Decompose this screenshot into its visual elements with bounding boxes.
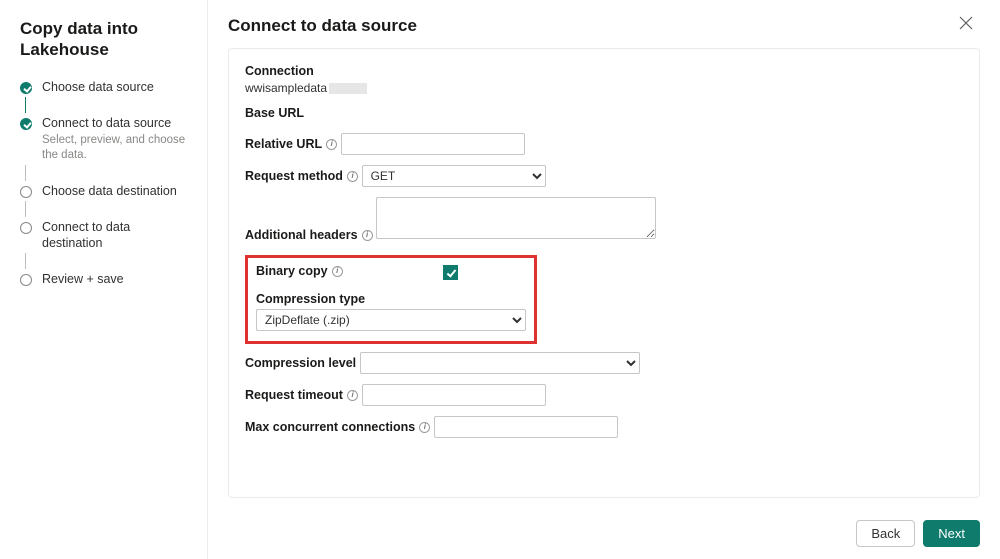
request-timeout-field: Request timeout xyxy=(245,384,963,406)
step-label: Connect to data destination xyxy=(42,220,130,250)
compression-level-field: Compression level xyxy=(245,352,963,374)
base-url-label: Base URL xyxy=(245,106,304,120)
additional-headers-field: Additional headers xyxy=(245,197,963,245)
connection-field: Connection wwisampledata xyxy=(245,63,963,95)
wizard-sidebar: Copy data into Lakehouse Choose data sou… xyxy=(0,0,208,559)
step-sublabel: Select, preview, and choose the data. xyxy=(42,133,193,163)
connection-label: Connection xyxy=(245,64,314,78)
request-timeout-label: Request timeout xyxy=(245,388,358,402)
close-icon xyxy=(958,15,974,31)
step-status-icon xyxy=(20,82,32,94)
binary-copy-checkbox[interactable] xyxy=(443,265,458,280)
step-status-icon xyxy=(20,222,32,234)
wizard-title: Copy data into Lakehouse xyxy=(20,18,193,61)
request-timeout-input[interactable] xyxy=(362,384,546,406)
info-icon[interactable] xyxy=(419,422,430,433)
step-connect-to-data-source[interactable]: Connect to data source Select, preview, … xyxy=(20,115,193,163)
wizard-steps: Choose data source Connect to data sourc… xyxy=(20,79,193,287)
step-status-icon xyxy=(20,274,32,286)
main-panel: Connect to data source Connection wwisam… xyxy=(208,0,1000,559)
step-label: Review + save xyxy=(42,272,124,286)
step-connector xyxy=(25,95,26,115)
step-connector xyxy=(25,163,26,183)
info-icon[interactable] xyxy=(362,230,373,241)
step-label: Choose data source xyxy=(42,80,154,94)
page-title: Connect to data source xyxy=(228,16,980,36)
relative-url-input[interactable] xyxy=(341,133,525,155)
form-panel: Connection wwisampledata Base URL Relati… xyxy=(228,48,980,498)
compression-level-select[interactable] xyxy=(360,352,640,374)
compression-type-field: Compression type ZipDeflate (.zip) xyxy=(256,291,526,331)
compression-type-label: Compression type xyxy=(256,292,365,306)
request-method-label: Request method xyxy=(245,169,358,183)
compression-type-select[interactable]: ZipDeflate (.zip) xyxy=(256,309,526,331)
max-concurrent-label: Max concurrent connections xyxy=(245,420,430,434)
connection-value: wwisampledata xyxy=(245,81,963,95)
compression-level-label: Compression level xyxy=(245,356,356,370)
step-connect-to-data-destination[interactable]: Connect to data destination xyxy=(20,219,193,251)
binary-copy-label: Binary copy xyxy=(256,264,343,278)
close-button[interactable] xyxy=(958,15,976,33)
step-label: Choose data destination xyxy=(42,184,177,198)
request-method-field: Request method GET xyxy=(245,165,963,187)
step-status-icon xyxy=(20,118,32,130)
binary-copy-row: Binary copy xyxy=(256,264,526,281)
request-method-select[interactable]: GET xyxy=(362,165,546,187)
info-icon[interactable] xyxy=(347,171,358,182)
info-icon[interactable] xyxy=(332,266,343,277)
info-icon[interactable] xyxy=(326,139,337,150)
footer-actions: Back Next xyxy=(856,520,980,547)
step-label: Connect to data source xyxy=(42,116,171,130)
step-choose-data-destination[interactable]: Choose data destination xyxy=(20,183,193,199)
base-url-field: Base URL xyxy=(245,105,963,123)
redacted-bar xyxy=(329,83,367,94)
max-concurrent-input[interactable] xyxy=(434,416,618,438)
step-choose-data-source[interactable]: Choose data source xyxy=(20,79,193,95)
next-button[interactable]: Next xyxy=(923,520,980,547)
max-concurrent-field: Max concurrent connections xyxy=(245,416,963,438)
back-button[interactable]: Back xyxy=(856,520,915,547)
additional-headers-input[interactable] xyxy=(376,197,656,239)
step-connector xyxy=(25,251,26,271)
relative-url-label: Relative URL xyxy=(245,137,337,151)
highlighted-binary-copy-section: Binary copy Compression type ZipDeflate … xyxy=(245,255,537,344)
info-icon[interactable] xyxy=(347,390,358,401)
relative-url-field: Relative URL xyxy=(245,133,963,155)
additional-headers-label: Additional headers xyxy=(245,228,373,242)
step-connector xyxy=(25,199,26,219)
step-status-icon xyxy=(20,186,32,198)
step-review-save[interactable]: Review + save xyxy=(20,271,193,287)
